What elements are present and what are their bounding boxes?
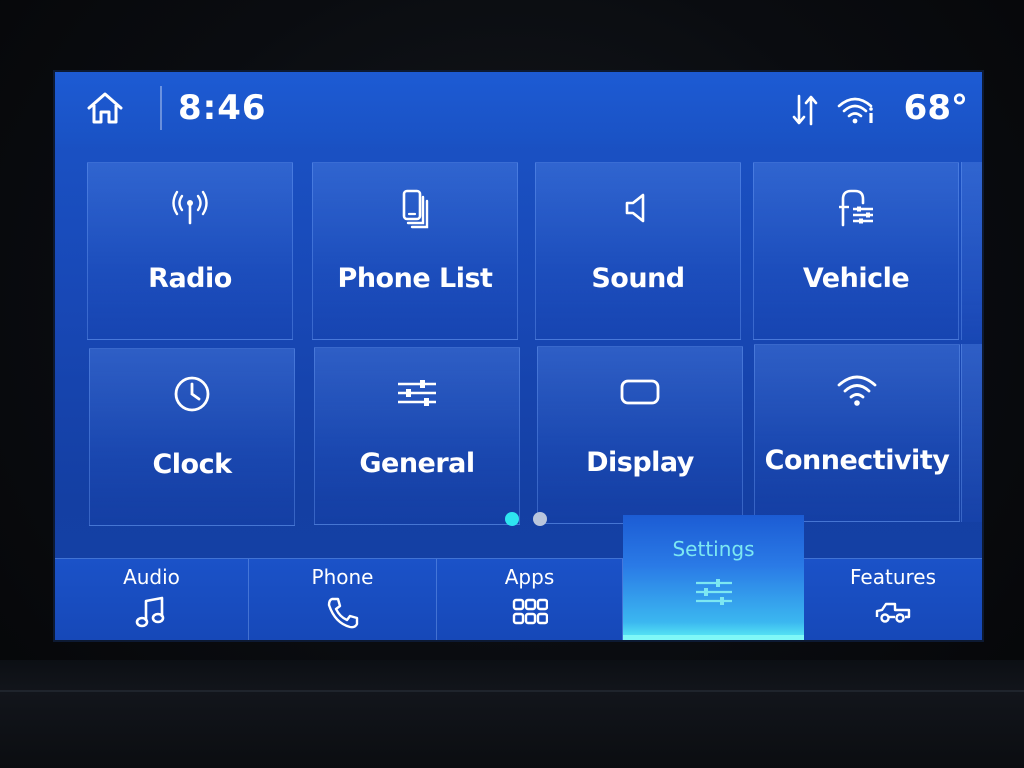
tile-radio[interactable]: Radio [87,162,293,340]
tile-general[interactable]: General [314,347,520,525]
page-dot-inactive[interactable] [533,512,547,526]
nav-audio[interactable]: Audio [55,559,249,640]
status-bar: 8:46 68° [55,72,982,144]
vehicle-settings-icon [839,189,873,227]
home-icon [87,92,123,124]
truck-icon [875,602,911,623]
display-icon [620,379,660,405]
radio-antenna-icon [172,190,208,225]
tile-label: Sound [591,263,685,294]
nav-settings[interactable]: Settings [623,515,804,640]
bezel-bottom [0,660,1024,768]
nav-label: Apps [504,565,555,589]
page-dot-active[interactable] [505,512,519,526]
tile-connectivity[interactable]: Connectivity [754,344,960,522]
tile-phone-list[interactable]: Phone List [312,162,518,340]
tile-sound[interactable]: Sound [535,162,741,340]
tile-clock[interactable]: Clock [89,348,295,526]
bottom-navigation: Audio Phone Apps Settings Features [55,515,982,640]
tile-display[interactable]: Display [537,346,743,524]
nav-features[interactable]: Features [804,559,982,640]
page-indicator [505,512,555,526]
clock-icon [174,376,210,412]
tile-peek-next-page [961,344,982,522]
status-divider [160,86,162,130]
phone-icon [327,597,358,629]
tile-label: Connectivity [764,445,950,476]
sliders-icon [398,380,436,406]
nav-label: Phone [311,565,374,589]
outside-temperature: 68° [903,88,968,128]
tile-label: Display [586,447,694,478]
wifi-info-icon [837,97,873,124]
active-tab-indicator [623,635,804,640]
music-note-icon [135,596,164,628]
settings-sliders-icon [695,579,732,605]
nav-phone[interactable]: Phone [249,559,437,640]
nav-apps[interactable]: Apps [437,559,623,640]
wifi-icon [837,375,877,406]
nav-label: Features [850,565,936,589]
tile-peek-next-page [961,162,982,340]
nav-label: Audio [123,565,180,589]
tile-label: Vehicle [802,263,910,294]
speaker-icon [625,193,645,223]
home-button[interactable] [85,90,125,126]
tile-label: Phone List [337,263,493,294]
tile-vehicle[interactable]: Vehicle [753,162,959,340]
phone-list-icon [402,189,429,229]
data-transfer-icon [792,94,818,126]
infotainment-screen: 8:46 68° Radio Phone List Sound Vehicle … [55,72,982,640]
bezel-trim [0,690,1024,692]
nav-label: Settings [672,537,755,561]
tile-label: Clock [152,449,232,480]
status-time: 8:46 [178,88,267,128]
apps-grid-icon [512,598,548,625]
tile-label: General [359,448,475,479]
tile-label: Radio [148,263,232,294]
